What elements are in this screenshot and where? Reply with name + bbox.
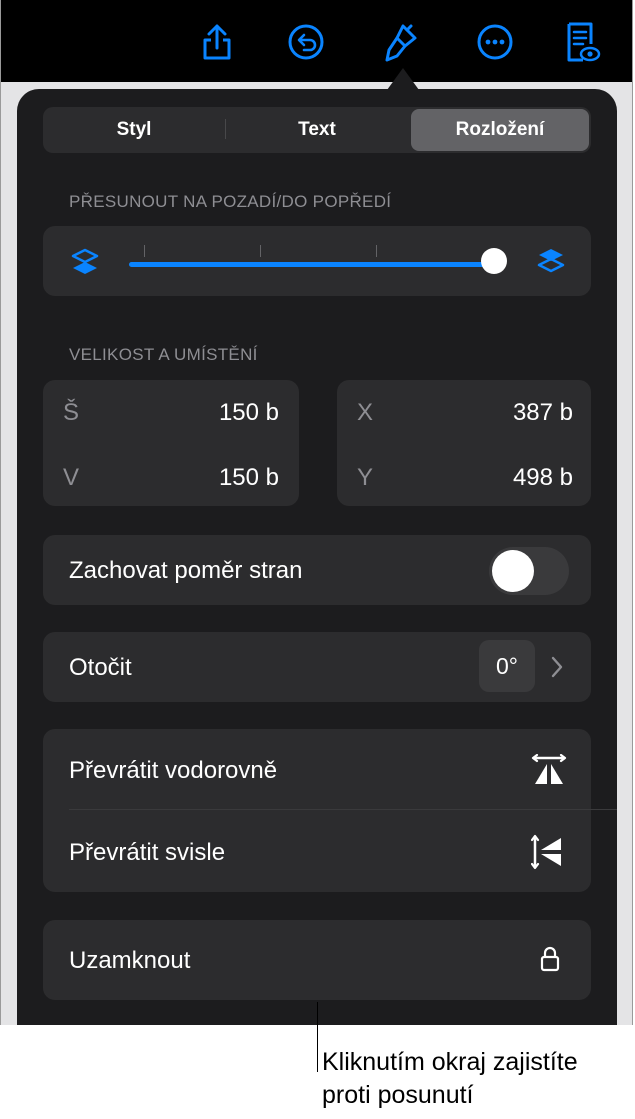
- tab-arrange[interactable]: Rozložení: [411, 109, 589, 151]
- x-label: X: [357, 399, 374, 426]
- format-panel: Styl Text Rozložení PŘESUNOUT NA POZADÍ/…: [17, 89, 617, 1025]
- flip-card: [43, 729, 591, 892]
- callout-text: Kliknutím okraj zajistíte proti posunutí: [322, 1046, 578, 1112]
- size-section-title: VELIKOST A UMÍSTĚNÍ: [69, 345, 258, 364]
- ipad-screen: Styl Text Rozložení PŘESUNOUT NA POZADÍ/…: [0, 0, 633, 1025]
- flip-vertical-icon[interactable]: [531, 834, 567, 870]
- send-to-back-icon[interactable]: [69, 246, 101, 278]
- width-label: Š: [63, 399, 80, 426]
- y-field[interactable]: 498 b: [451, 464, 573, 492]
- rotate-value[interactable]: 0°: [479, 640, 535, 692]
- undo-icon[interactable]: [284, 20, 328, 64]
- callout-leader-line: [317, 1002, 318, 1072]
- tab-bar: Styl Text Rozložení: [43, 107, 591, 153]
- flip-horizontal-label[interactable]: Převrátit vodorovně: [69, 757, 277, 785]
- tab-text[interactable]: Text: [227, 109, 407, 151]
- slider-tick: [144, 245, 145, 257]
- constrain-label: Zachovat poměr stran: [69, 557, 303, 584]
- lock-label: Uzamknout: [69, 947, 191, 974]
- arrange-card: [43, 226, 591, 296]
- layer-slider-thumb[interactable]: [481, 248, 507, 274]
- flip-vertical-label[interactable]: Převrátit svisle: [69, 839, 225, 867]
- y-label: Y: [357, 464, 374, 491]
- toolbar: [1, 0, 632, 82]
- flip-horizontal-icon[interactable]: [531, 754, 567, 786]
- toggle-knob: [492, 550, 534, 592]
- callout-line-2: proti posunutí: [322, 1081, 474, 1109]
- bring-to-front-icon[interactable]: [535, 245, 567, 277]
- format-brush-icon[interactable]: [379, 20, 423, 64]
- x-field[interactable]: 387 b: [451, 399, 573, 427]
- popover-arrow: [387, 68, 419, 90]
- height-field[interactable]: 150 b: [157, 464, 279, 492]
- chevron-right-icon: [551, 656, 563, 678]
- lock-icon[interactable]: [539, 945, 561, 973]
- more-icon[interactable]: [473, 20, 517, 64]
- constrain-toggle[interactable]: [489, 547, 569, 595]
- slider-tick: [260, 245, 261, 257]
- width-field[interactable]: 150 b: [157, 399, 279, 427]
- rotate-label: Otočit: [69, 654, 132, 681]
- callout-line-1: Kliknutím okraj zajistíte: [322, 1048, 578, 1076]
- tab-divider: [225, 119, 226, 139]
- share-icon[interactable]: [195, 20, 239, 64]
- slider-tick: [376, 245, 377, 257]
- reading-view-icon[interactable]: [559, 20, 603, 64]
- layer-slider-track[interactable]: [129, 262, 495, 267]
- arrange-section-title: PŘESUNOUT NA POZADÍ/DO POPŘEDÍ: [69, 192, 392, 211]
- height-label: V: [63, 464, 80, 491]
- tab-style[interactable]: Styl: [45, 109, 223, 151]
- flip-divider: [69, 809, 617, 810]
